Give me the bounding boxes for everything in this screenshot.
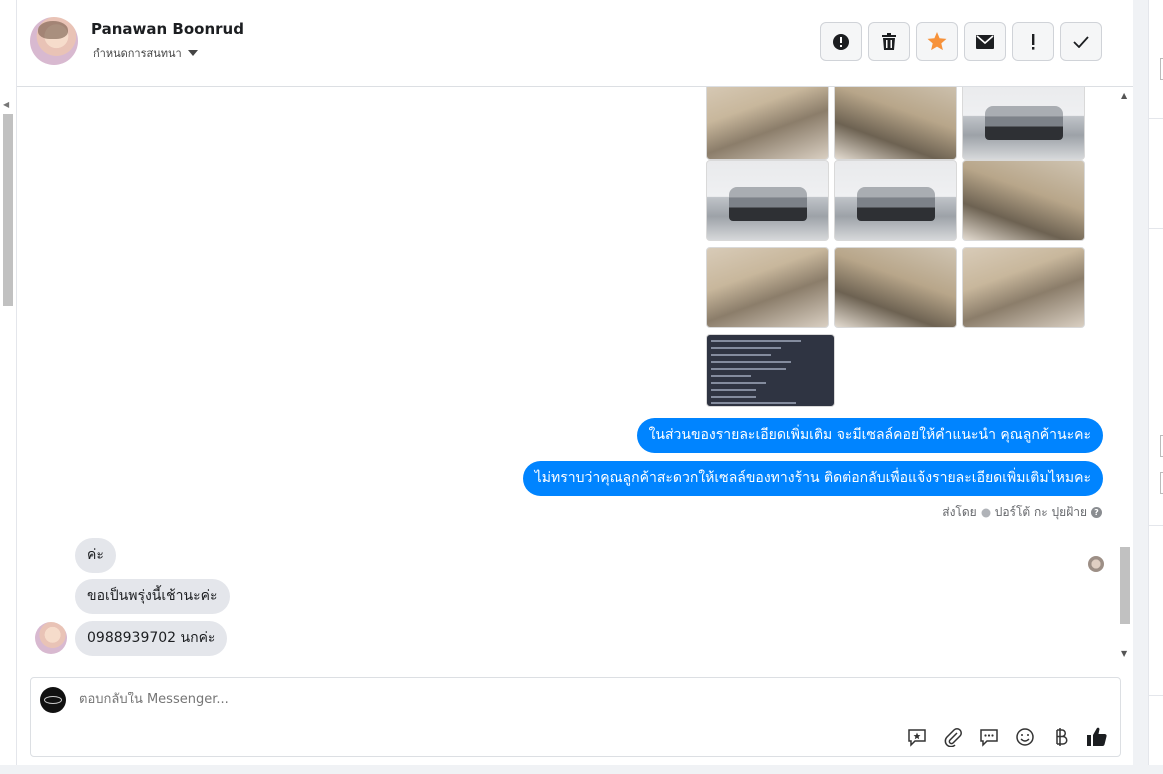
- delete-button[interactable]: [868, 22, 910, 61]
- caret-down-icon: [187, 50, 198, 56]
- report-button[interactable]: [820, 22, 862, 61]
- messenger-inbox-page: ◀ Panawan Boonrud กำหนดการสนทนา ในส่วนขอ…: [0, 0, 1163, 774]
- star-button[interactable]: [916, 22, 958, 61]
- left-scrollbar[interactable]: ◀: [0, 0, 17, 774]
- conversation-schedule-label: กำหนดการสนทนา: [93, 47, 182, 60]
- attach-icon[interactable]: [942, 726, 964, 748]
- thread-scrollbar[interactable]: ▲ ▼: [1118, 87, 1132, 664]
- outgoing-message[interactable]: ในส่วนของรายละเอียดเพิ่มเติม จะมีเซลล์คอ…: [636, 418, 1103, 453]
- shared-photo[interactable]: [962, 160, 1085, 241]
- shared-photo[interactable]: [706, 160, 829, 241]
- trash-icon: [882, 32, 896, 50]
- scroll-up-icon[interactable]: ▲: [1121, 91, 1127, 100]
- incoming-message[interactable]: 0988939702 นกค่ะ: [75, 621, 228, 656]
- conversation-panel: Panawan Boonrud กำหนดการสนทนา ในส่วนของร…: [17, 0, 1133, 774]
- left-scrollbar-thumb[interactable]: [3, 114, 13, 306]
- incoming-message[interactable]: ขอเป็นพรุ่งนี้เช้านะค่ะ: [75, 579, 230, 614]
- page-avatar: [40, 687, 66, 713]
- outgoing-message[interactable]: ไม่ทราบว่าคุณลูกค้าสะดวกให้เซลล์ของทางร้…: [522, 461, 1103, 496]
- mark-unread-button[interactable]: [964, 22, 1006, 61]
- shared-photo[interactable]: [834, 160, 957, 241]
- incoming-message[interactable]: ค่ะ: [75, 538, 116, 573]
- composer-toolbar: [906, 726, 1108, 748]
- conversation-schedule-dropdown[interactable]: กำหนดการสนทนา: [93, 44, 198, 62]
- scroll-down-icon[interactable]: ▼: [1121, 649, 1127, 658]
- star-icon: [927, 32, 947, 51]
- shared-photo[interactable]: [962, 87, 1085, 160]
- sent-by-prefix: ส่งโดย: [942, 505, 977, 519]
- alert-circle-icon: [833, 33, 849, 50]
- header-actions: [820, 22, 1102, 61]
- help-icon[interactable]: ?: [1091, 507, 1102, 518]
- chat-bubble-icon[interactable]: [978, 726, 1000, 748]
- emoji-icon[interactable]: [1014, 726, 1036, 748]
- conversation-header: Panawan Boonrud กำหนดการสนทนา: [17, 0, 1133, 87]
- done-button[interactable]: [1060, 22, 1102, 61]
- sent-by-info: ส่งโดย ปอร์โต้ กะ ปุยฝ้าย ?: [942, 503, 1102, 522]
- sent-by-name[interactable]: ปอร์โต้ กะ ปุยฝ้าย: [995, 503, 1087, 522]
- shared-photo[interactable]: [834, 87, 957, 160]
- shared-photo[interactable]: [706, 87, 829, 160]
- exclamation-icon: [1032, 33, 1035, 50]
- shared-photo[interactable]: [962, 247, 1085, 328]
- baht-icon[interactable]: [1050, 726, 1072, 748]
- verified-icon: [981, 508, 991, 517]
- contact-avatar[interactable]: [30, 17, 78, 65]
- thread-scrollbar-thumb[interactable]: [1120, 547, 1130, 624]
- contact-avatar-small[interactable]: [35, 622, 67, 654]
- bottom-strip: [0, 765, 1163, 774]
- spam-button[interactable]: [1012, 22, 1054, 61]
- seen-avatar: [1088, 556, 1104, 572]
- reply-input[interactable]: [79, 692, 979, 707]
- thumbs-up-icon[interactable]: [1086, 726, 1108, 748]
- check-icon: [1073, 35, 1089, 48]
- message-thread: ในส่วนของรายละเอียดเพิ่มเติม จะมีเซลล์คอ…: [17, 87, 1133, 664]
- saved-reply-icon[interactable]: [906, 726, 928, 748]
- shared-photo[interactable]: [834, 247, 957, 328]
- shared-spec-sheet-image[interactable]: [706, 334, 835, 407]
- contact-name[interactable]: Panawan Boonrud: [91, 20, 244, 38]
- shared-photo[interactable]: [706, 247, 829, 328]
- right-side-panel: [1148, 0, 1163, 774]
- envelope-icon: [976, 34, 994, 49]
- reply-composer: [30, 677, 1121, 757]
- scroll-up-arrow-icon[interactable]: ◀: [3, 100, 9, 109]
